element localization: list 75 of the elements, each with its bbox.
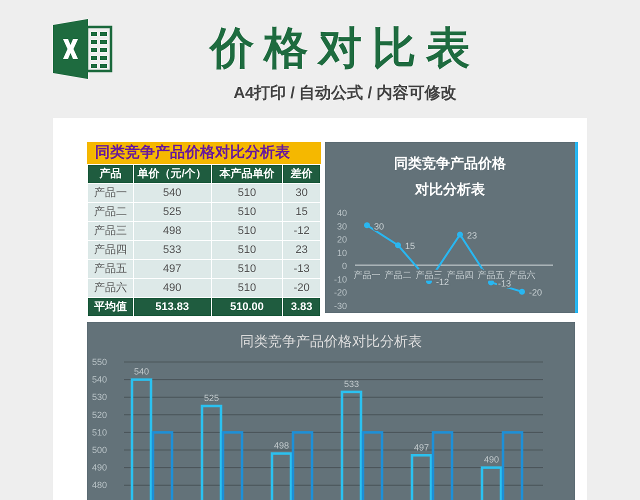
table-cell: 产品六: [88, 278, 134, 298]
page-title: 价格对比表: [210, 23, 480, 75]
axis-category-label: 产品五: [478, 270, 504, 280]
table-cell: 产品四: [88, 240, 134, 260]
table-cell: 497: [133, 260, 212, 278]
axis-category-label: 产品二: [384, 270, 412, 280]
table-cell: 产品二: [88, 202, 134, 222]
data-point: [364, 222, 370, 228]
table-cell: 3.83: [282, 298, 320, 316]
table-cell: 产品三: [88, 222, 134, 240]
axis-category-label: 产品六: [508, 270, 536, 280]
data-label: 525: [204, 393, 220, 403]
table-cell: 510: [211, 240, 283, 260]
table-cell: -20: [282, 278, 320, 298]
data-point: [457, 232, 463, 238]
column-header: 差价: [282, 164, 320, 184]
column-header: 本产品单价: [211, 164, 283, 184]
table-cell: 510: [211, 278, 283, 298]
axis-tick-label: 500: [92, 445, 108, 455]
table-cell: 510: [211, 260, 283, 278]
table-cell: 513.83: [133, 298, 212, 316]
column-header: 单价（元/个）: [133, 164, 212, 184]
table-cell: 510: [211, 222, 283, 240]
axis-tick-label: 40: [336, 208, 347, 218]
axis-tick-label: 30: [336, 221, 347, 232]
axis-tick-label: 540: [92, 374, 108, 385]
chart-title: 同类竞争产品价格对比分析表: [240, 332, 422, 350]
table-cell: 498: [133, 222, 212, 240]
axis-tick-label: -30: [334, 301, 347, 311]
table-cell: 510.00: [211, 298, 283, 316]
data-label: 15: [405, 241, 416, 252]
axis-tick-label: 20: [336, 234, 347, 245]
data-label: -12: [436, 277, 450, 288]
table-cell: 30: [282, 184, 320, 202]
axis-tick-label: -20: [334, 288, 347, 298]
data-label: 498: [274, 440, 290, 451]
data-label: 533: [344, 378, 360, 389]
data-label: -13: [498, 278, 512, 288]
data-label: 30: [374, 221, 384, 232]
spreadsheet-logo-icon: [53, 19, 113, 79]
axis-tick-label: 0: [342, 261, 347, 272]
table-cell: 15: [282, 202, 320, 222]
axis-tick-label: -10: [334, 274, 347, 284]
data-label: 497: [414, 442, 430, 452]
axis-tick-label: 530: [92, 392, 108, 402]
axis-tick-label: 510: [92, 427, 108, 438]
data-label: 23: [467, 230, 478, 241]
axis-tick-label: 10: [336, 248, 347, 258]
page-subtitle: A4打印 / 自动公式 / 内容可修改: [233, 83, 457, 104]
data-point: [395, 242, 401, 248]
table-cell: 23: [282, 240, 320, 260]
table-cell: 产品五: [88, 260, 134, 278]
table-cell: 533: [133, 240, 212, 260]
table-cell: 490: [133, 278, 212, 298]
table-cell: 510: [211, 184, 283, 202]
axis-tick-label: 520: [92, 410, 108, 420]
data-point: [519, 288, 525, 295]
chart-title: 同类竞争产品价格对比分析表: [393, 154, 507, 199]
table-cell: -12: [282, 222, 320, 240]
axis-category-label: 产品一: [354, 270, 380, 280]
axis-tick-label: 550: [92, 357, 108, 367]
table-cell: 510: [211, 202, 283, 222]
axis-tick-label: 480: [92, 480, 108, 490]
table-cell: 525: [133, 202, 212, 222]
data-label: 540: [134, 366, 150, 377]
table-title: 同类竞争产品价格对比分析表: [87, 142, 321, 164]
table-cell: 540: [133, 184, 212, 202]
data-point: [488, 279, 494, 286]
table-cell: 产品一: [88, 184, 134, 202]
data-label: -20: [529, 288, 542, 298]
column-header: 产品: [88, 164, 134, 184]
axis-tick-label: 490: [92, 462, 108, 473]
data-label: 490: [484, 454, 500, 465]
table-cell: -13: [282, 260, 320, 278]
table-cell: 平均值: [88, 298, 134, 316]
